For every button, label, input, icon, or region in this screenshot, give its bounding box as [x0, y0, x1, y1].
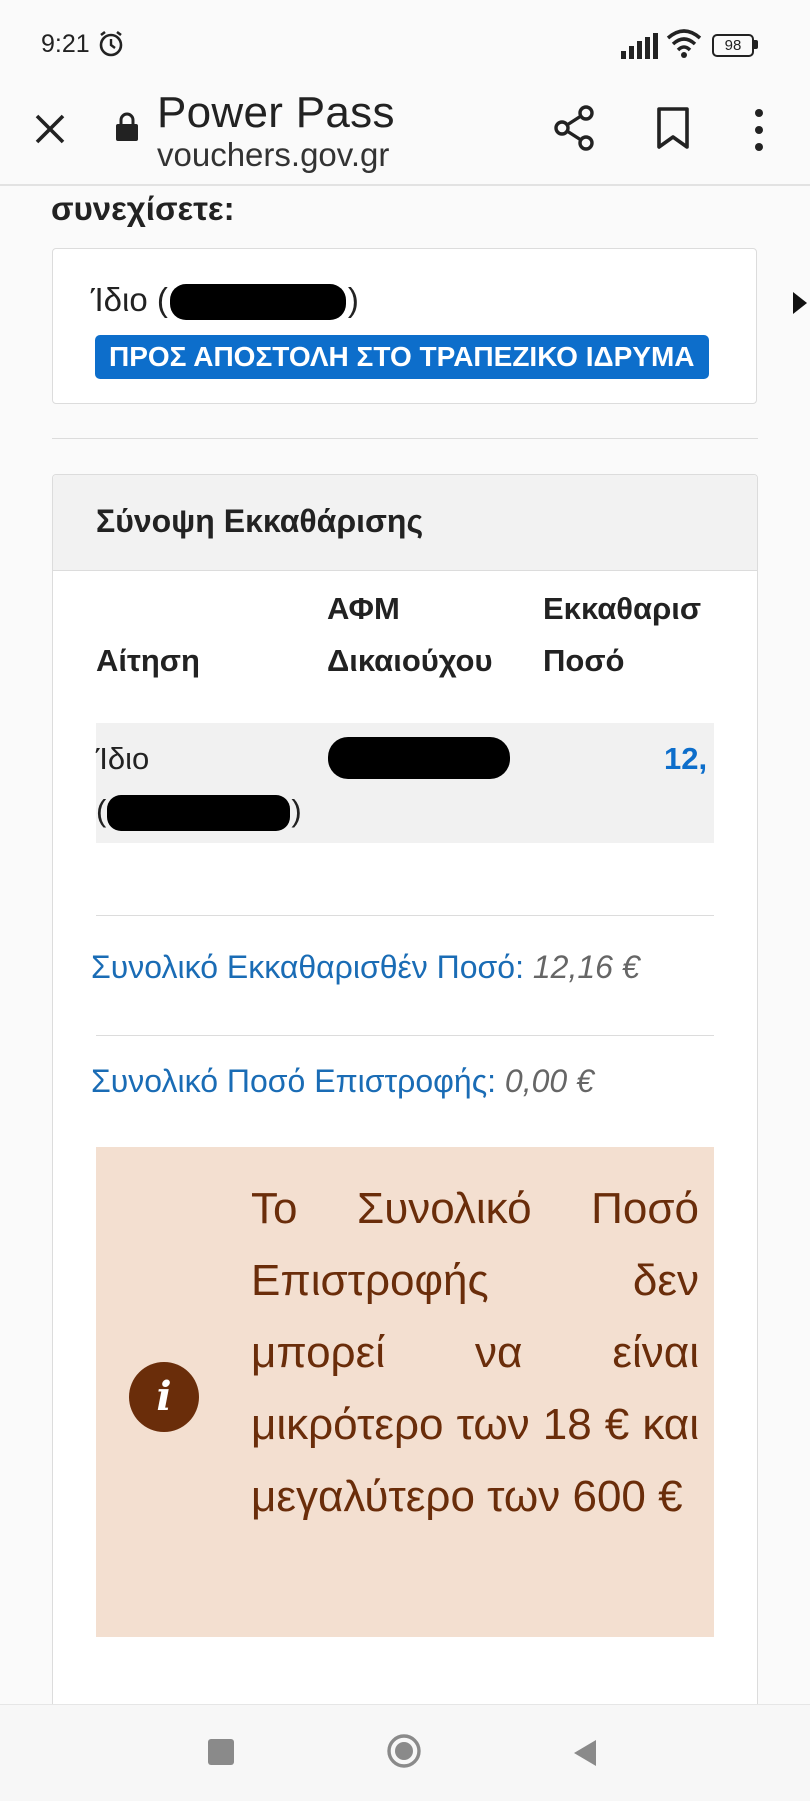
status-time: 9:21	[41, 30, 90, 58]
page-content: συνεχίσετε: Ίδιο () ΠΡΟΣ ΑΠΟΣΤΟΛΗ ΣΤΟ ΤΡ…	[0, 186, 810, 1704]
battery-icon: 98	[712, 34, 758, 57]
column-header-afm: ΑΦΜ Δικαιούχου	[327, 591, 493, 678]
alert-message: Το Συνολικό Ποσό Επιστροφής δεν μπορεί ν…	[251, 1184, 699, 1521]
battery-level: 98	[712, 34, 754, 57]
browser-toolbar: Power Pass vouchers.gov.gr	[0, 86, 810, 186]
overflow-menu-icon[interactable]	[752, 108, 766, 152]
bookmark-icon[interactable]	[656, 106, 690, 150]
section-heading: συνεχίσετε:	[51, 190, 235, 227]
system-nav-bar	[0, 1704, 810, 1801]
choice-label: Ίδιο ()	[91, 281, 359, 321]
total-cleared-row: Συνολικό Εκκαθαρισθέν Ποσό: 12,16 €	[91, 941, 714, 993]
total-refund-label: Συνολικό Ποσό Επιστροφής:	[91, 1063, 496, 1099]
refund-limit-alert: i Το Συνολικό Ποσό Επιστροφής δεν μπορεί…	[96, 1147, 714, 1637]
nav-home-icon[interactable]	[386, 1733, 422, 1769]
divider	[52, 438, 758, 439]
info-icon: i	[129, 1362, 199, 1432]
divider	[96, 1035, 714, 1036]
summary-header: Σύνοψη Εκκαθάρισης	[53, 475, 757, 571]
share-icon[interactable]	[553, 105, 595, 151]
cell-request: Ίδιο ()	[96, 733, 302, 837]
cell-amount: 12,	[664, 741, 708, 776]
payment-choice-card[interactable]: Ίδιο () ΠΡΟΣ ΑΠΟΣΤΟΛΗ ΣΤΟ ΤΡΑΠΕΖΙΚΟ ΙΔΡΥ…	[52, 248, 757, 404]
bank-transfer-badge: ΠΡΟΣ ΑΠΟΣΤΟΛΗ ΣΤΟ ΤΡΑΠΕΖΙΚΟ ΙΔΡΥΜΑ	[95, 335, 709, 379]
wifi-icon	[666, 29, 702, 58]
scroll-right-arrow-icon[interactable]	[793, 292, 807, 314]
status-bar: 9:21 98	[0, 0, 810, 86]
lock-icon[interactable]	[115, 111, 139, 141]
nav-recents-icon[interactable]	[208, 1739, 234, 1765]
redacted-afm	[328, 737, 510, 779]
nav-back-icon[interactable]	[572, 1738, 598, 1768]
table-row: Ίδιο () 12,	[96, 723, 714, 843]
alarm-icon	[99, 30, 123, 57]
page-domain[interactable]: vouchers.gov.gr	[157, 136, 389, 174]
redacted-block	[169, 284, 346, 321]
clearing-summary-card: Σύνοψη Εκκαθάρισης Αίτηση ΑΦΜ Δικαιούχου…	[52, 474, 758, 1704]
divider	[96, 915, 714, 916]
column-header-amount: Εκκαθαρισ Ποσό	[543, 591, 702, 678]
total-cleared-label: Συνολικό Εκκαθαρισθέν Ποσό:	[91, 949, 524, 985]
total-refund-value: 0,00 €	[504, 1063, 594, 1099]
summary-title: Σύνοψη Εκκαθάρισης	[96, 503, 424, 539]
column-header-request: Αίτηση	[96, 643, 200, 678]
total-cleared-value: 12,16 €	[532, 949, 640, 985]
page-title[interactable]: Power Pass	[157, 88, 395, 138]
total-refund-row: Συνολικό Ποσό Επιστροφής: 0,00 €	[91, 1055, 714, 1107]
close-icon[interactable]	[33, 112, 67, 146]
signal-icon	[621, 33, 658, 59]
redacted-block	[107, 794, 291, 831]
